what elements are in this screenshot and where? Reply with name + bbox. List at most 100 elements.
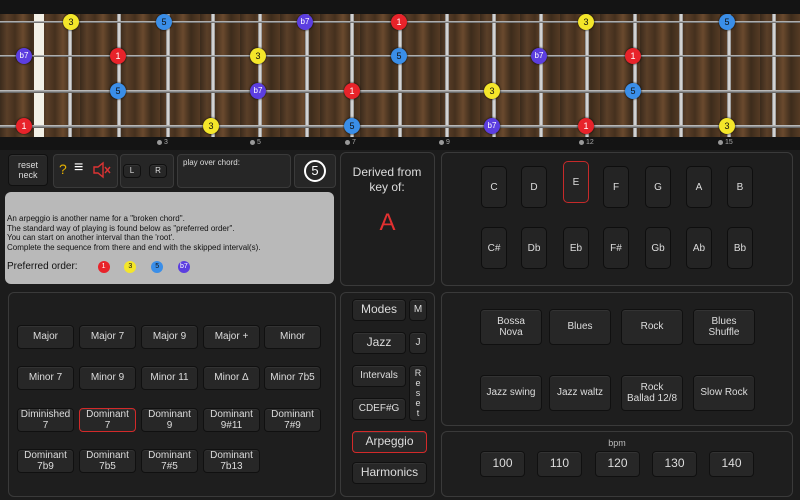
chord-button[interactable]: Dominant 7 bbox=[79, 408, 136, 432]
note-marker[interactable]: 1 bbox=[578, 118, 594, 134]
info-line: An arpeggio is another name for a "broke… bbox=[7, 214, 185, 223]
bpm-button[interactable]: 130 bbox=[652, 451, 697, 477]
arpeggio-button[interactable]: Arpeggio bbox=[352, 431, 427, 453]
style-button[interactable]: Jazz swing bbox=[480, 375, 542, 411]
style-button[interactable]: Jazz waltz bbox=[549, 375, 611, 411]
note-marker[interactable]: b7 bbox=[484, 118, 500, 134]
chord-button[interactable]: Dominant 7b5 bbox=[79, 449, 136, 473]
bpm-panel: bpm 100 110 120 130 140 bbox=[441, 431, 793, 497]
jazz-button[interactable]: Jazz bbox=[352, 332, 406, 354]
reset-button[interactable]: R e s e t bbox=[409, 365, 427, 421]
key-button-Gb[interactable]: Gb bbox=[645, 227, 671, 269]
fret-wire bbox=[305, 14, 309, 137]
chord-button[interactable]: Major 9 bbox=[141, 325, 198, 349]
count-panel[interactable]: 5 bbox=[294, 154, 336, 188]
chord-button[interactable]: Major + bbox=[203, 325, 260, 349]
chord-button[interactable]: Minor 7 bbox=[17, 366, 74, 390]
reset-neck-button[interactable]: reset neck bbox=[8, 154, 48, 186]
note-marker[interactable]: 3 bbox=[719, 118, 735, 134]
chord-button[interactable]: Minor 7b5 bbox=[264, 366, 321, 390]
fret-wire bbox=[68, 14, 72, 137]
key-button-Eb[interactable]: Eb bbox=[563, 227, 589, 269]
chord-button[interactable]: Dominant 7b9 bbox=[17, 449, 74, 473]
key-button-C[interactable]: C bbox=[481, 166, 507, 208]
chord-button[interactable]: Minor bbox=[264, 325, 321, 349]
preferred-interval: 1 bbox=[97, 261, 110, 273]
modes-m-button[interactable]: M bbox=[409, 299, 427, 321]
note-names-button[interactable]: CDEF#G bbox=[352, 398, 406, 420]
chord-button[interactable]: Diminished 7 bbox=[17, 408, 74, 432]
help-menu-mute-group: ? ≡ bbox=[53, 154, 118, 188]
fret-wire bbox=[166, 14, 170, 137]
note-marker[interactable]: 5 bbox=[110, 83, 126, 99]
menu-icon[interactable]: ≡ bbox=[74, 159, 83, 177]
key-button-D[interactable]: D bbox=[521, 166, 547, 208]
bpm-button[interactable]: 140 bbox=[709, 451, 754, 477]
note-marker[interactable]: b7 bbox=[16, 48, 32, 64]
fretboard[interactable]: 3 5 7 9 12 15 3 5 b7 1 3 5 b7 1 3 5 b7 1 5 b7 1 3 5 1 3 5 b7 1 3 bbox=[0, 0, 800, 150]
modes-button[interactable]: Modes bbox=[352, 299, 406, 321]
note-marker[interactable]: 5 bbox=[156, 14, 172, 30]
intervals-button[interactable]: Intervals bbox=[352, 365, 406, 387]
bpm-button[interactable]: 110 bbox=[537, 451, 582, 477]
play-over-chord-panel[interactable]: play over chord: bbox=[177, 154, 291, 188]
note-marker[interactable]: 3 bbox=[63, 14, 79, 30]
chord-button[interactable]: Dominant 7#9 bbox=[264, 408, 321, 432]
chord-button[interactable]: Dominant 9#11 bbox=[203, 408, 260, 432]
fret-marker-7: 7 bbox=[345, 139, 356, 146]
chord-button[interactable]: Major 7 bbox=[79, 325, 136, 349]
note-marker[interactable]: 1 bbox=[625, 48, 641, 64]
note-marker[interactable]: 1 bbox=[110, 48, 126, 64]
style-button[interactable]: Rock Ballad 12/8 bbox=[621, 375, 683, 411]
note-marker[interactable]: 3 bbox=[250, 48, 266, 64]
mute-speaker-icon[interactable] bbox=[92, 161, 112, 184]
chord-button[interactable]: Minor 9 bbox=[79, 366, 136, 390]
note-marker[interactable]: b7 bbox=[250, 83, 266, 99]
style-button[interactable]: Slow Rock bbox=[693, 375, 755, 411]
chord-button[interactable]: Dominant 9 bbox=[141, 408, 198, 432]
note-marker[interactable]: 3 bbox=[203, 118, 219, 134]
style-button[interactable]: Rock bbox=[621, 309, 683, 345]
fret-wire bbox=[679, 14, 683, 137]
note-marker[interactable]: 5 bbox=[719, 14, 735, 30]
note-marker[interactable]: 1 bbox=[344, 83, 360, 99]
key-button-Db[interactable]: Db bbox=[521, 227, 547, 269]
style-button[interactable]: Blues bbox=[549, 309, 611, 345]
note-marker[interactable]: 1 bbox=[391, 14, 407, 30]
note-marker[interactable]: b7 bbox=[531, 48, 547, 64]
bpm-button[interactable]: 100 bbox=[480, 451, 525, 477]
left-button[interactable]: L bbox=[123, 164, 141, 178]
key-button-F#[interactable]: F# bbox=[603, 227, 629, 269]
key-button-G[interactable]: G bbox=[645, 166, 671, 208]
jazz-j-button[interactable]: J bbox=[409, 332, 427, 354]
key-button-B[interactable]: B bbox=[727, 166, 753, 208]
note-marker[interactable]: 3 bbox=[578, 14, 594, 30]
note-marker[interactable]: 5 bbox=[625, 83, 641, 99]
key-button-F[interactable]: F bbox=[603, 166, 629, 208]
note-marker[interactable]: b7 bbox=[297, 14, 313, 30]
chord-button[interactable]: Minor 11 bbox=[141, 366, 198, 390]
key-button-C#[interactable]: C# bbox=[481, 227, 507, 269]
chord-button[interactable]: Major bbox=[17, 325, 74, 349]
help-icon[interactable]: ? bbox=[59, 161, 67, 177]
key-button-A[interactable]: A bbox=[686, 166, 712, 208]
chord-button[interactable]: Dominant 7#5 bbox=[141, 449, 198, 473]
key-button-Bb[interactable]: Bb bbox=[727, 227, 753, 269]
right-button[interactable]: R bbox=[149, 164, 167, 178]
key-button-Ab[interactable]: Ab bbox=[686, 227, 712, 269]
info-line: Complete the sequence from there and end… bbox=[7, 242, 261, 252]
note-marker[interactable]: 5 bbox=[391, 48, 407, 64]
note-marker[interactable]: 3 bbox=[484, 83, 500, 99]
chord-button[interactable]: Minor Δ bbox=[203, 366, 260, 390]
bpm-button[interactable]: 120 bbox=[595, 451, 640, 477]
fret-wire bbox=[633, 14, 637, 137]
key-button-E[interactable]: E bbox=[563, 161, 589, 203]
chord-button[interactable]: Dominant 7b13 bbox=[203, 449, 260, 473]
mode-panel: Modes M Jazz J Intervals R e s e t CDEF#… bbox=[340, 292, 435, 497]
harmonics-button[interactable]: Harmonics bbox=[352, 462, 427, 484]
style-button[interactable]: Blues Shuffle bbox=[693, 309, 755, 345]
note-marker[interactable]: 1 bbox=[16, 118, 32, 134]
fret-wire bbox=[772, 14, 776, 137]
style-button[interactable]: Bossa Nova bbox=[480, 309, 542, 345]
note-marker[interactable]: 5 bbox=[344, 118, 360, 134]
